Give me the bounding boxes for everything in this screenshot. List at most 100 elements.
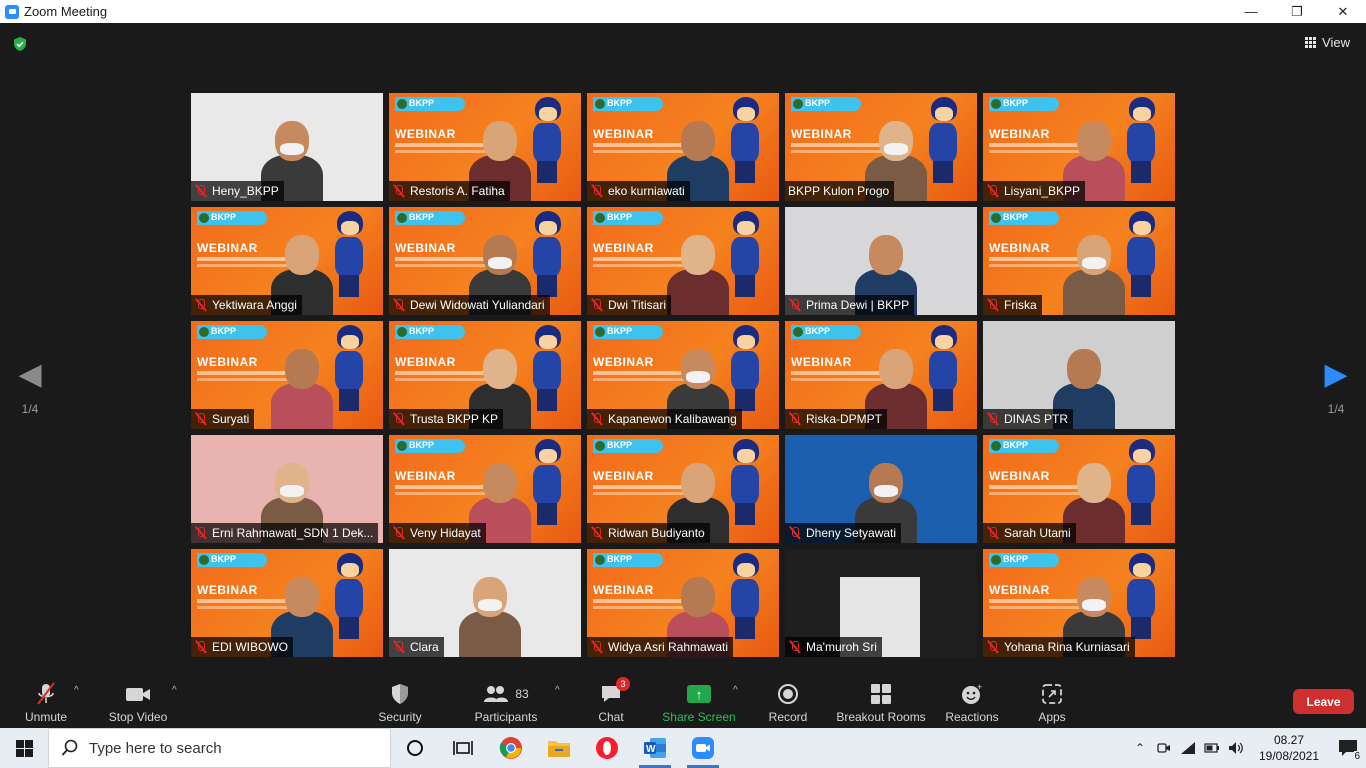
video-gallery: Heny_BKPP BKPP WEBINAR Restoris A. Fatiha BK… bbox=[191, 93, 1175, 657]
shield-icon[interactable] bbox=[12, 36, 28, 52]
chrome-taskbar-button[interactable] bbox=[487, 728, 535, 768]
participant-name-label: Prima Dewi | BKPP bbox=[785, 295, 915, 315]
video-options-caret[interactable]: ^ bbox=[172, 685, 177, 696]
security-button[interactable]: Security bbox=[374, 673, 426, 728]
muted-mic-icon bbox=[788, 526, 802, 540]
mascot-image bbox=[527, 325, 567, 415]
participant-tile[interactable]: BKPP WEBINAR Kapanewon Kalibawang bbox=[587, 321, 779, 429]
meeting-area: View ◀ 1/4 ▶ 1/4 Heny_BKPP BKPP WEBINAR Res… bbox=[0, 23, 1366, 673]
stop-video-button[interactable]: Stop Video bbox=[106, 673, 170, 728]
participant-tile[interactable]: BKPP WEBINAR BKPP Kulon Progo bbox=[785, 93, 977, 201]
bkpp-logo: BKPP bbox=[791, 97, 861, 111]
mascot-image bbox=[725, 211, 765, 301]
minimize-button[interactable]: — bbox=[1228, 0, 1274, 23]
battery-icon[interactable] bbox=[1200, 728, 1224, 768]
muted-mic-icon bbox=[986, 640, 1000, 654]
participant-name-label: Ma'muroh Sri bbox=[785, 637, 882, 657]
reactions-button[interactable]: + Reactions bbox=[944, 673, 1000, 728]
volume-icon[interactable] bbox=[1224, 728, 1248, 768]
participant-tile[interactable]: Prima Dewi | BKPP bbox=[785, 207, 977, 315]
participant-tile[interactable]: Dheny Setyawati bbox=[785, 435, 977, 543]
audio-options-caret[interactable]: ^ bbox=[74, 685, 79, 696]
participant-tile[interactable]: BKPP WEBINAR Suryati bbox=[191, 321, 383, 429]
participant-tile[interactable]: BKPP WEBINAR Dwi Titisari bbox=[587, 207, 779, 315]
bkpp-logo: BKPP bbox=[197, 211, 267, 225]
participant-name: Suryati bbox=[212, 412, 250, 426]
muted-mic-icon bbox=[986, 526, 1000, 540]
muted-mic-icon bbox=[194, 526, 208, 540]
bkpp-logo: BKPP bbox=[989, 553, 1059, 567]
chevron-up-icon[interactable]: ⌃ bbox=[1128, 728, 1152, 768]
participant-tile[interactable]: BKPP WEBINAR Dewi Widowati Yuliandari bbox=[389, 207, 581, 315]
participant-tile[interactable]: Heny_BKPP bbox=[191, 93, 383, 201]
participant-name-label: EDI WIBOWO bbox=[191, 637, 293, 657]
participant-count: 83 bbox=[515, 687, 529, 701]
chat-button[interactable]: 3 Chat bbox=[591, 673, 631, 728]
participant-tile[interactable]: DINAS PTR bbox=[983, 321, 1175, 429]
muted-mic-icon bbox=[392, 298, 406, 312]
muted-mic-icon bbox=[392, 526, 406, 540]
participant-tile[interactable]: BKPP WEBINAR EDI WIBOWO bbox=[191, 549, 383, 657]
close-button[interactable]: ✕ bbox=[1320, 0, 1366, 23]
participants-button[interactable]: 83 Participants bbox=[474, 673, 538, 728]
participant-tile[interactable]: BKPP WEBINAR Sarah Utami bbox=[983, 435, 1175, 543]
participant-name-label: Dwi Titisari bbox=[587, 295, 672, 315]
record-button[interactable]: Record bbox=[768, 673, 808, 728]
task-view-button[interactable] bbox=[439, 728, 487, 768]
leave-button[interactable]: Leave bbox=[1293, 689, 1354, 714]
next-page-button[interactable]: ▶ 1/4 bbox=[1321, 360, 1351, 417]
participant-name-label: Suryati bbox=[191, 409, 255, 429]
participant-tile[interactable]: BKPP WEBINAR Widya Asri Rahmawati bbox=[587, 549, 779, 657]
start-button[interactable] bbox=[0, 728, 48, 768]
share-options-caret[interactable]: ^ bbox=[733, 685, 738, 696]
window-title: Zoom Meeting bbox=[24, 4, 108, 19]
video-camera-icon bbox=[125, 681, 151, 707]
participant-tile[interactable]: BKPP WEBINAR eko kurniawati bbox=[587, 93, 779, 201]
mascot-image bbox=[725, 325, 765, 415]
bkpp-logo: BKPP bbox=[197, 325, 267, 339]
breakout-rooms-button[interactable]: Breakout Rooms bbox=[836, 673, 926, 728]
zoom-app-icon bbox=[5, 4, 19, 19]
meet-now-icon[interactable] bbox=[1152, 728, 1176, 768]
participant-tile[interactable]: BKPP WEBINAR Riska-DPMPT bbox=[785, 321, 977, 429]
file-explorer-taskbar-button[interactable] bbox=[535, 728, 583, 768]
muted-mic-icon bbox=[392, 184, 406, 198]
wifi-icon[interactable] bbox=[1176, 728, 1200, 768]
folder-icon bbox=[548, 741, 570, 757]
participant-tile[interactable]: Clara bbox=[389, 549, 581, 657]
action-center-button[interactable]: 6 bbox=[1330, 728, 1366, 768]
view-button[interactable]: View bbox=[1305, 35, 1350, 50]
word-taskbar-button[interactable]: W bbox=[631, 728, 679, 768]
unmute-button[interactable]: Unmute bbox=[22, 673, 70, 728]
taskbar-clock[interactable]: 08.27 19/08/2021 bbox=[1248, 732, 1330, 764]
apps-button[interactable]: Apps bbox=[1032, 673, 1072, 728]
opera-icon bbox=[596, 737, 618, 759]
previous-page-button[interactable]: ◀ 1/4 bbox=[15, 360, 45, 417]
participant-tile[interactable]: BKPP WEBINAR Ridwan Budiyanto bbox=[587, 435, 779, 543]
muted-mic-icon bbox=[788, 412, 802, 426]
participant-tile[interactable]: BKPP WEBINAR Yohana Rina Kurniasari bbox=[983, 549, 1175, 657]
participant-tile[interactable]: Erni Rahmawati_SDN 1 Dek... bbox=[191, 435, 383, 543]
participants-icon bbox=[484, 686, 509, 702]
participant-tile[interactable]: BKPP WEBINAR Veny Hidayat bbox=[389, 435, 581, 543]
participant-name-label: Restoris A. Fatiha bbox=[389, 181, 510, 201]
participant-tile[interactable]: BKPP WEBINAR Restoris A. Fatiha bbox=[389, 93, 581, 201]
participant-name: Dheny Setyawati bbox=[806, 526, 897, 540]
participants-options-caret[interactable]: ^ bbox=[555, 685, 560, 696]
share-screen-button[interactable]: ↑ Share Screen bbox=[662, 673, 736, 728]
participant-tile[interactable]: BKPP WEBINAR Trusta BKPP KP bbox=[389, 321, 581, 429]
word-icon: W bbox=[644, 738, 666, 758]
participant-tile[interactable]: BKPP WEBINAR Yektiwara Anggi bbox=[191, 207, 383, 315]
opera-taskbar-button[interactable] bbox=[583, 728, 631, 768]
participant-tile[interactable]: BKPP WEBINAR Friska bbox=[983, 207, 1175, 315]
maximize-button[interactable]: ❐ bbox=[1274, 0, 1320, 23]
zoom-taskbar-button[interactable] bbox=[679, 728, 727, 768]
clock-time: 08.27 bbox=[1273, 733, 1305, 747]
participant-name-label: Lisyani_BKPP bbox=[983, 181, 1086, 201]
participant-tile[interactable]: BKPP WEBINAR Lisyani_BKPP bbox=[983, 93, 1175, 201]
muted-mic-icon bbox=[194, 184, 208, 198]
taskbar-search-box[interactable]: Type here to search bbox=[48, 728, 391, 768]
participant-tile[interactable]: Ma'muroh Sri bbox=[785, 549, 977, 657]
cortana-button[interactable] bbox=[391, 728, 439, 768]
notification-count: 6 bbox=[1354, 751, 1360, 762]
